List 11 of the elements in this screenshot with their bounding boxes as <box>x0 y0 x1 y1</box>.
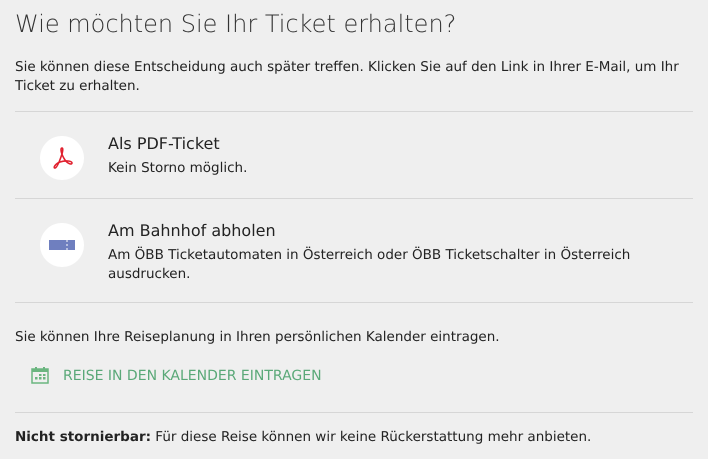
calendar-link[interactable]: REISE IN DEN KALENDER EINTRAGEN <box>31 367 322 384</box>
non-refundable-notice: Nicht stornierbar: Für diese Reise können wir keine Rückerstattung mehr anbieten. <box>15 429 592 445</box>
calendar-icon <box>31 367 49 384</box>
option-title: Am Bahnhof abholen <box>108 221 277 240</box>
option-description: Am ÖBB Ticketautomaten in Österreich oder ÖBB Ticketschalter in Österreich ausdrucken. <box>108 246 632 284</box>
ticket-icon <box>49 240 75 250</box>
intro-text: Sie können diese Entscheidung auch später treffen. Klicken Sie auf den Link in Ihrer E-Mail, um Ihr Ticket zu erhalten. <box>15 58 680 96</box>
page-heading: Wie möchten Sie Ihr Ticket erhalten? <box>15 10 458 38</box>
calendar-note: Sie können Ihre Reiseplanung in Ihren persönlichen Kalender eintragen. <box>15 329 501 345</box>
option-description: Kein Storno möglich. <box>108 159 248 178</box>
option-title: Als PDF-Ticket <box>108 134 221 153</box>
